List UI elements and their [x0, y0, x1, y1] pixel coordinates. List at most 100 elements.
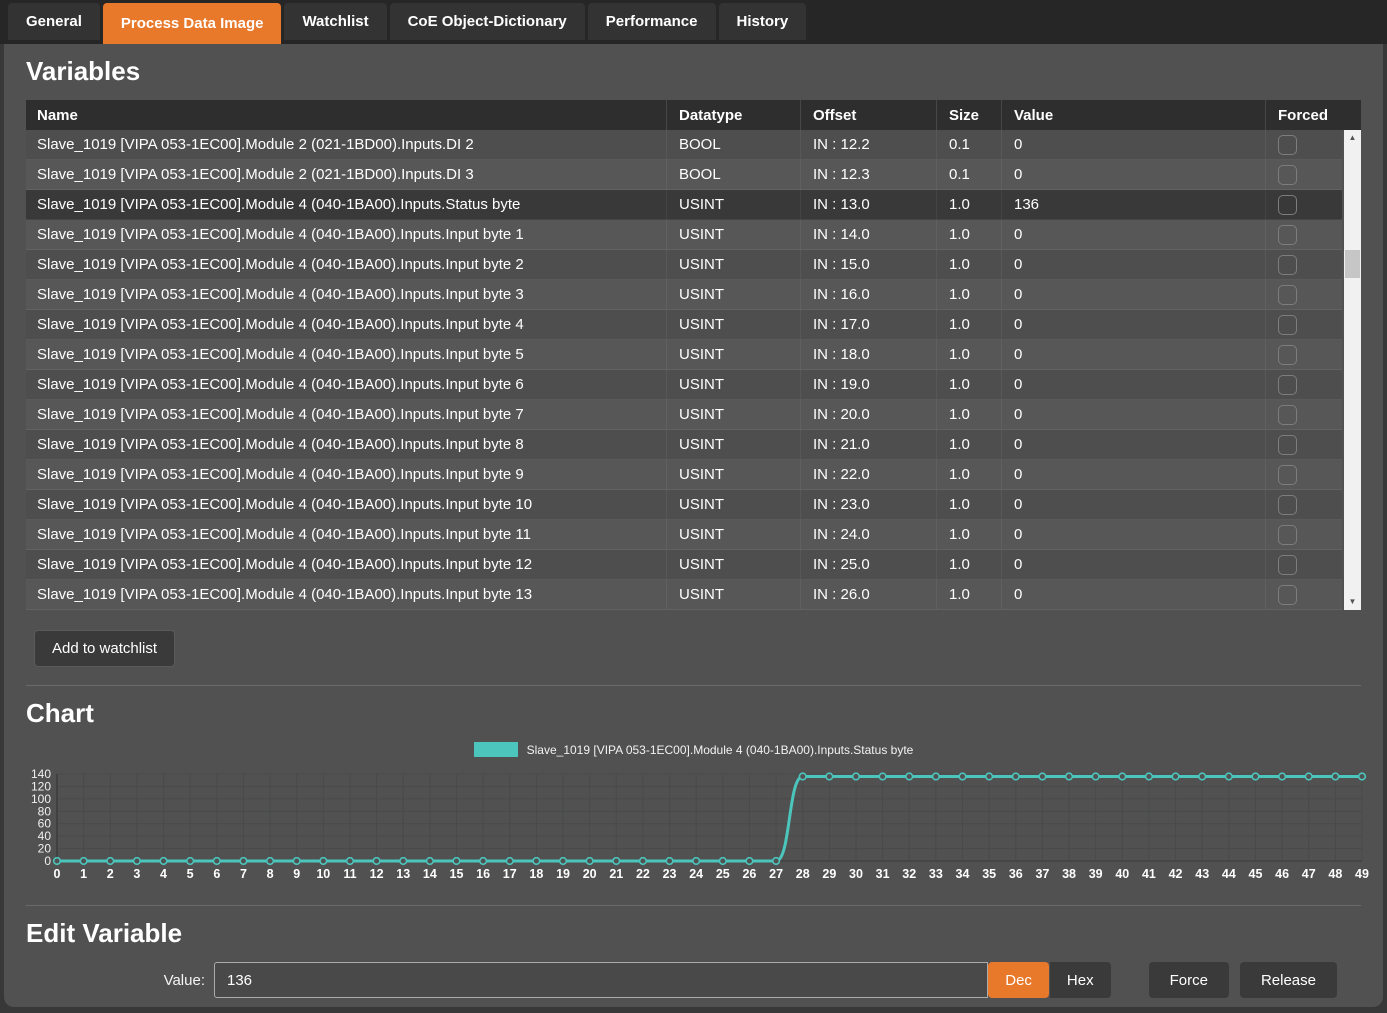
scrollbar-thumb[interactable] [1345, 250, 1360, 278]
scroll-up-icon[interactable]: ▲ [1344, 130, 1361, 146]
cell-datatype: USINT [666, 520, 800, 549]
cell-offset: IN : 13.0 [800, 190, 936, 219]
svg-text:0: 0 [54, 867, 61, 881]
svg-text:36: 36 [1009, 867, 1023, 881]
forced-checkbox[interactable] [1278, 525, 1297, 545]
cell-datatype: USINT [666, 220, 800, 249]
table-row[interactable]: Slave_1019 [VIPA 053-1EC00].Module 4 (04… [26, 430, 1342, 460]
svg-text:40: 40 [1115, 867, 1129, 881]
svg-text:42: 42 [1169, 867, 1183, 881]
svg-text:13: 13 [396, 867, 410, 881]
forced-checkbox[interactable] [1278, 585, 1297, 605]
cell-forced [1265, 490, 1342, 519]
add-to-watchlist-button[interactable]: Add to watchlist [34, 630, 175, 667]
forced-checkbox[interactable] [1278, 315, 1297, 335]
forced-checkbox[interactable] [1278, 375, 1297, 395]
value-input[interactable] [214, 962, 988, 998]
table-row[interactable]: Slave_1019 [VIPA 053-1EC00].Module 2 (02… [26, 160, 1342, 190]
forced-checkbox[interactable] [1278, 555, 1297, 575]
cell-value: 0 [1001, 160, 1265, 189]
cell-name: Slave_1019 [VIPA 053-1EC00].Module 2 (02… [26, 130, 666, 159]
cell-offset: IN : 25.0 [800, 550, 936, 579]
scroll-down-icon[interactable]: ▼ [1344, 594, 1361, 610]
forced-checkbox[interactable] [1278, 435, 1297, 455]
cell-size: 1.0 [936, 370, 1001, 399]
forced-checkbox[interactable] [1278, 495, 1297, 515]
table-row[interactable]: Slave_1019 [VIPA 053-1EC00].Module 4 (04… [26, 220, 1342, 250]
table-row[interactable]: Slave_1019 [VIPA 053-1EC00].Module 2 (02… [26, 130, 1342, 160]
forced-checkbox[interactable] [1278, 195, 1297, 215]
table-row[interactable]: Slave_1019 [VIPA 053-1EC00].Module 4 (04… [26, 370, 1342, 400]
cell-value: 0 [1001, 280, 1265, 309]
cell-value: 136 [1001, 190, 1265, 219]
cell-size: 1.0 [936, 430, 1001, 459]
table-row[interactable]: Slave_1019 [VIPA 053-1EC00].Module 4 (04… [26, 550, 1342, 580]
cell-value: 0 [1001, 460, 1265, 489]
svg-text:4: 4 [160, 867, 167, 881]
edit-variable-row: Value: Dec Hex Force Release [26, 962, 1337, 998]
cell-datatype: USINT [666, 310, 800, 339]
cell-value: 0 [1001, 520, 1265, 549]
table-body: Slave_1019 [VIPA 053-1EC00].Module 2 (02… [26, 130, 1361, 610]
dec-button[interactable]: Dec [988, 962, 1049, 998]
tab-performance[interactable]: Performance [588, 3, 716, 40]
forced-checkbox[interactable] [1278, 345, 1297, 365]
forced-checkbox[interactable] [1278, 255, 1297, 275]
table-row[interactable]: Slave_1019 [VIPA 053-1EC00].Module 4 (04… [26, 280, 1342, 310]
svg-text:41: 41 [1142, 867, 1156, 881]
svg-text:27: 27 [769, 867, 783, 881]
svg-text:11: 11 [343, 867, 356, 881]
cell-value: 0 [1001, 580, 1265, 609]
table-row[interactable]: Slave_1019 [VIPA 053-1EC00].Module 4 (04… [26, 190, 1342, 220]
cell-size: 1.0 [936, 400, 1001, 429]
cell-datatype: USINT [666, 370, 800, 399]
table-scrollbar[interactable]: ▲ ▼ [1344, 130, 1361, 610]
table-row[interactable]: Slave_1019 [VIPA 053-1EC00].Module 4 (04… [26, 310, 1342, 340]
forced-checkbox[interactable] [1278, 465, 1297, 485]
force-button[interactable]: Force [1149, 962, 1229, 998]
forced-checkbox[interactable] [1278, 165, 1297, 185]
cell-value: 0 [1001, 490, 1265, 519]
table-row[interactable]: Slave_1019 [VIPA 053-1EC00].Module 4 (04… [26, 340, 1342, 370]
cell-value: 0 [1001, 370, 1265, 399]
svg-text:28: 28 [796, 867, 810, 881]
release-button[interactable]: Release [1240, 962, 1337, 998]
forced-checkbox[interactable] [1278, 405, 1297, 425]
cell-size: 1.0 [936, 550, 1001, 579]
table-row[interactable]: Slave_1019 [VIPA 053-1EC00].Module 4 (04… [26, 490, 1342, 520]
forced-checkbox[interactable] [1278, 225, 1297, 245]
table-row[interactable]: Slave_1019 [VIPA 053-1EC00].Module 4 (04… [26, 250, 1342, 280]
tab-process-data-image[interactable]: Process Data Image [103, 3, 282, 44]
cell-forced [1265, 550, 1342, 579]
cell-size: 1.0 [936, 340, 1001, 369]
forced-checkbox[interactable] [1278, 285, 1297, 305]
svg-text:14: 14 [423, 867, 437, 881]
cell-datatype: USINT [666, 280, 800, 309]
hex-button[interactable]: Hex [1050, 962, 1111, 998]
svg-text:16: 16 [476, 867, 490, 881]
table-row[interactable]: Slave_1019 [VIPA 053-1EC00].Module 4 (04… [26, 580, 1342, 610]
cell-datatype: USINT [666, 190, 800, 219]
cell-datatype: USINT [666, 340, 800, 369]
table-row[interactable]: Slave_1019 [VIPA 053-1EC00].Module 4 (04… [26, 400, 1342, 430]
cell-name: Slave_1019 [VIPA 053-1EC00].Module 4 (04… [26, 280, 666, 309]
tab-general[interactable]: General [8, 3, 100, 40]
svg-text:43: 43 [1195, 867, 1209, 881]
table-row[interactable]: Slave_1019 [VIPA 053-1EC00].Module 4 (04… [26, 460, 1342, 490]
cell-offset: IN : 24.0 [800, 520, 936, 549]
chart-canvas: 0123456789101112131415161718192021222324… [26, 761, 1369, 887]
section-divider [26, 685, 1361, 686]
legend-label: Slave_1019 [VIPA 053-1EC00].Module 4 (04… [527, 743, 914, 757]
svg-text:39: 39 [1089, 867, 1103, 881]
tab-history[interactable]: History [719, 3, 807, 40]
svg-text:45: 45 [1249, 867, 1263, 881]
tab-coe-object-dictionary[interactable]: CoE Object-Dictionary [390, 3, 585, 40]
table-row[interactable]: Slave_1019 [VIPA 053-1EC00].Module 4 (04… [26, 520, 1342, 550]
tab-watchlist[interactable]: Watchlist [284, 3, 386, 40]
svg-text:3: 3 [133, 867, 140, 881]
cell-offset: IN : 17.0 [800, 310, 936, 339]
cell-value: 0 [1001, 340, 1265, 369]
cell-name: Slave_1019 [VIPA 053-1EC00].Module 4 (04… [26, 580, 666, 609]
cell-name: Slave_1019 [VIPA 053-1EC00].Module 4 (04… [26, 220, 666, 249]
forced-checkbox[interactable] [1278, 135, 1297, 155]
